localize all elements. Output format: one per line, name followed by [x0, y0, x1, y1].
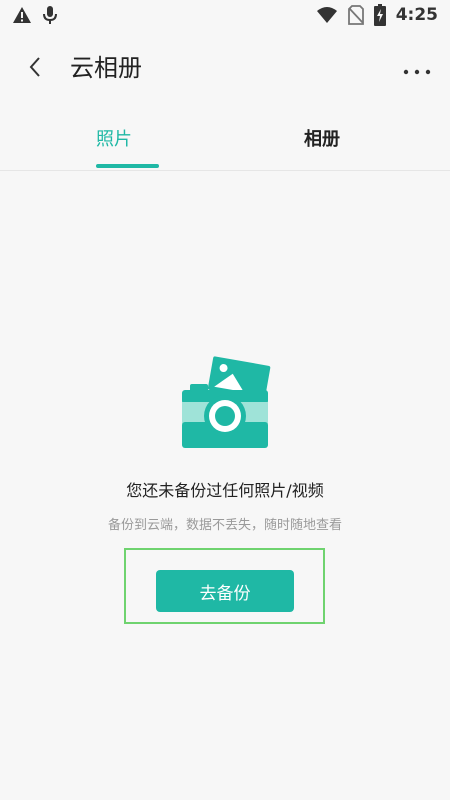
alert-icon	[12, 6, 32, 24]
no-sim-icon	[347, 5, 364, 25]
status-right: 4:25	[316, 4, 438, 26]
tab-photos-label: 照片	[96, 129, 132, 150]
empty-state-subtitle: 备份到云端，数据不丢失，随时随地查看	[107, 518, 342, 533]
tab-indicator	[96, 164, 159, 168]
more-button[interactable]	[400, 54, 434, 84]
battery-charging-icon	[373, 4, 386, 26]
tab-albums-label: 相册	[304, 129, 340, 150]
microphone-icon	[42, 5, 58, 25]
backup-button[interactable]: 去备份	[156, 570, 294, 612]
status-left	[12, 5, 58, 25]
camera-with-photo-icon	[172, 354, 276, 458]
status-time: 4:25	[395, 5, 438, 25]
tab-albums[interactable]: 相册	[222, 108, 422, 168]
tab-photos[interactable]: 照片	[14, 108, 214, 168]
more-dots-icon	[403, 60, 431, 79]
tab-bar: 照片 相册	[0, 108, 450, 171]
wifi-icon	[316, 6, 338, 24]
screen: 4:25 云相册 照片 相册 您还未备份过任何照片/视频 备份到云端，数据不丢失…	[0, 0, 450, 800]
status-bar: 4:25	[0, 0, 450, 32]
back-button[interactable]	[20, 54, 50, 84]
app-bar: 云相册	[0, 38, 450, 100]
chevron-left-icon	[28, 56, 42, 82]
page-title: 云相册	[70, 54, 142, 82]
empty-state-title: 您还未备份过任何照片/视频	[126, 481, 324, 500]
